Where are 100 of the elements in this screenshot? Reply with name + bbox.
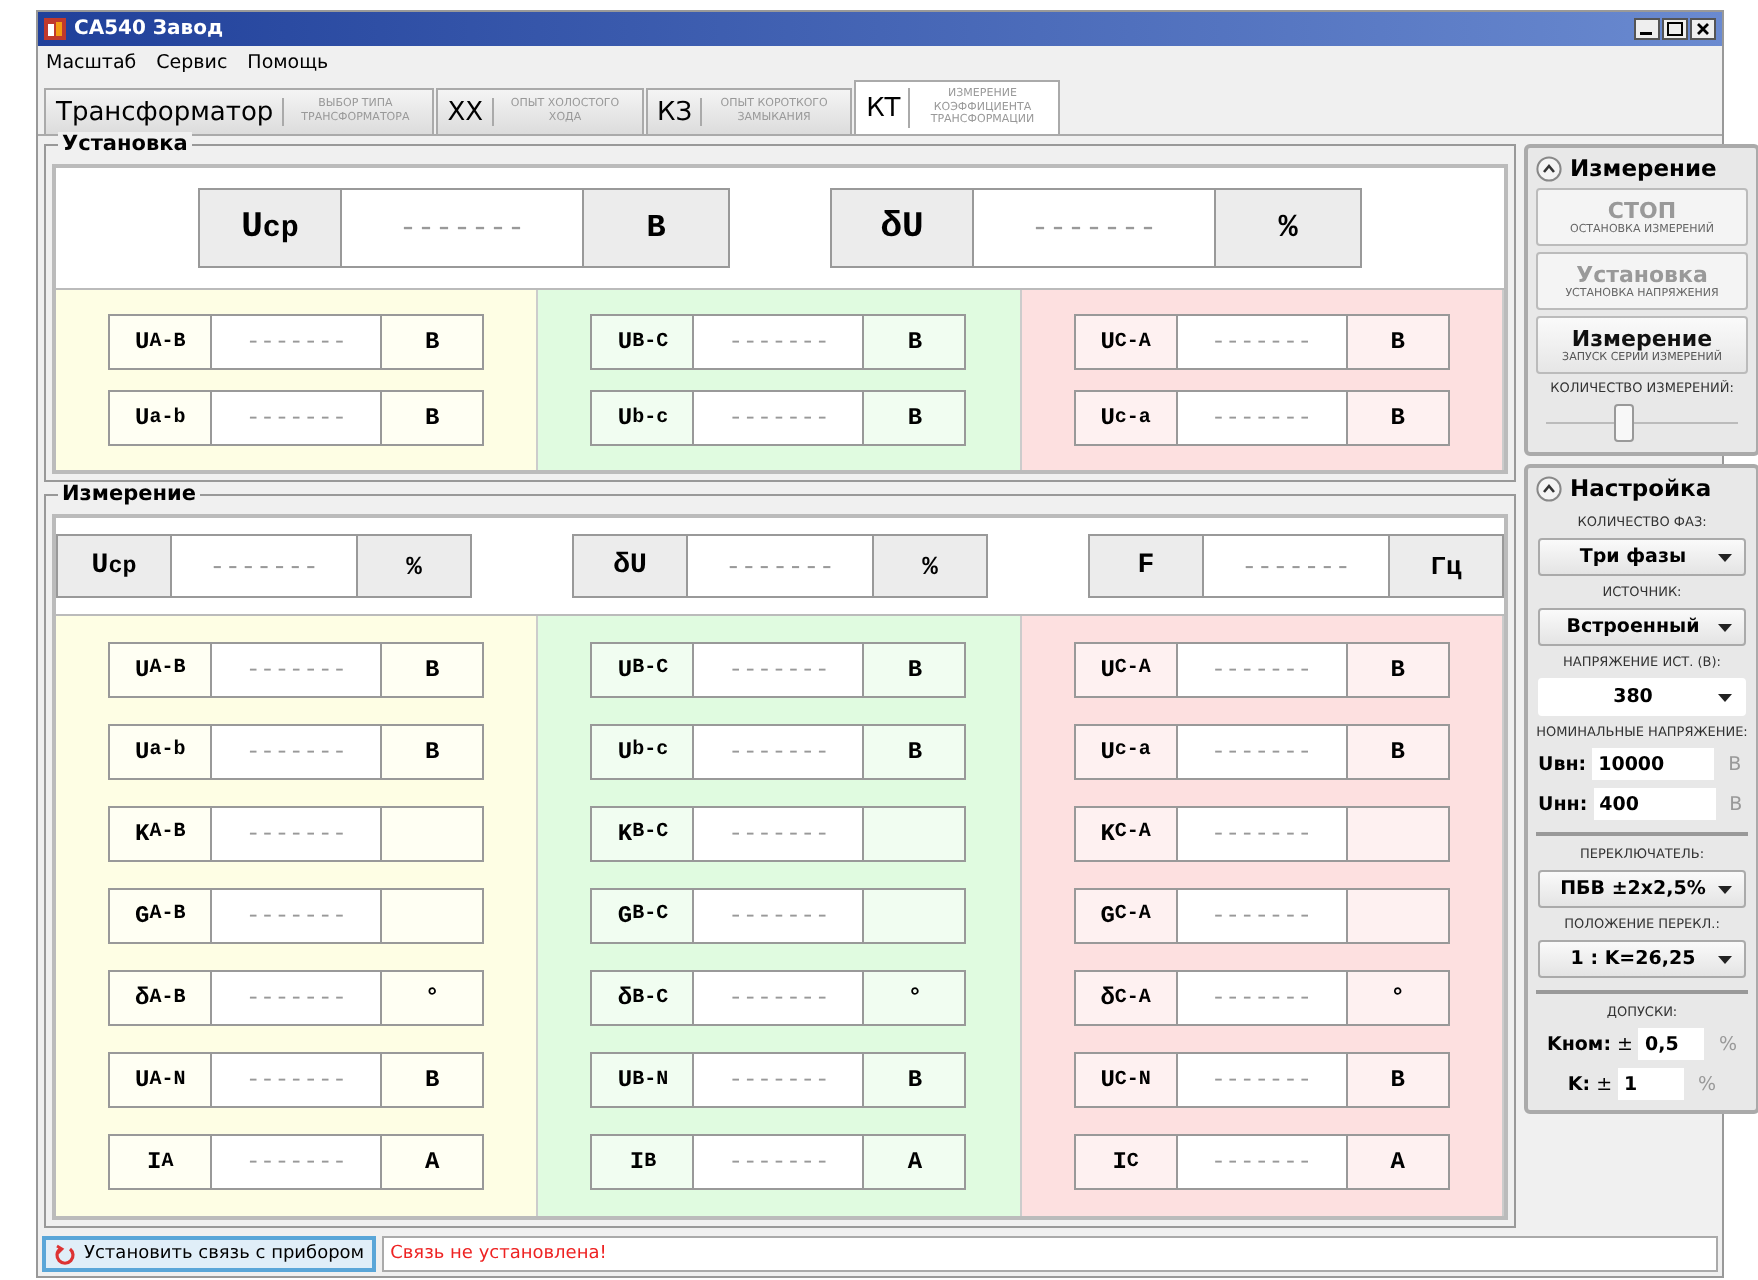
value-display: ------- — [694, 392, 865, 444]
value-display: ------- — [1177, 972, 1348, 1025]
dropdown-arrow-icon[interactable] — [1718, 693, 1732, 701]
value-display: ------- — [212, 1136, 383, 1189]
quantity-label: δU — [574, 536, 688, 596]
menu-item[interactable]: Масштаб — [46, 52, 137, 74]
dropdown-arrow-icon[interactable] — [1718, 885, 1732, 893]
value-display: ------- — [694, 643, 865, 696]
value-display: ------- — [694, 1054, 865, 1107]
quantity-label: F — [1090, 536, 1204, 596]
value-display: ------- — [1177, 1136, 1348, 1189]
dropdown[interactable]: Три фазы — [1538, 538, 1746, 576]
unit-box — [864, 889, 965, 942]
value-display: ------- — [212, 1054, 383, 1107]
unit-box — [864, 807, 965, 860]
value-display: ------- — [1177, 1054, 1348, 1107]
value-display: ------- — [212, 972, 383, 1025]
unit-label: А — [382, 1136, 483, 1189]
unit-label: В — [1347, 725, 1448, 778]
unit-label: % — [1718, 1033, 1738, 1055]
slider-thumb[interactable] — [1614, 404, 1635, 442]
unit-label: В — [382, 725, 483, 778]
status-message: Связь не установлена! — [382, 1236, 1718, 1272]
group-title: Установка — [58, 132, 192, 156]
value-display: ------- — [694, 1136, 865, 1189]
value-display: ------- — [212, 643, 383, 696]
unit-label: А — [864, 1136, 965, 1189]
menu-item[interactable]: Сервис — [156, 52, 228, 74]
refresh-icon — [54, 1243, 76, 1265]
value-display: ------- — [694, 972, 865, 1025]
unit-box — [382, 889, 483, 942]
dropdown-arrow-icon[interactable] — [1718, 955, 1732, 963]
value-display: ------- — [1177, 725, 1348, 778]
unit-label: В — [382, 316, 483, 368]
field-label: Uнн: — [1538, 793, 1588, 815]
unit-label: В — [1728, 753, 1742, 775]
unit-label: В — [1729, 793, 1743, 815]
value-display: ------- — [1177, 889, 1348, 942]
combo-box[interactable]: 380 — [1538, 678, 1746, 716]
value-display: ------- — [694, 725, 865, 778]
unit-label: В — [1347, 1054, 1448, 1107]
field-label: Kном: — [1546, 1033, 1612, 1055]
unit-label: ° — [382, 972, 483, 1025]
value-display: ------- — [1177, 807, 1348, 860]
unit-label: В — [864, 1054, 965, 1107]
value-display: ------- — [1177, 392, 1348, 444]
collapse-icon[interactable] — [1536, 475, 1562, 501]
section-title: Настройка — [1570, 474, 1712, 502]
unit-label: В — [1347, 316, 1448, 368]
value-display: ------- — [694, 807, 865, 860]
count-slider[interactable] — [1546, 402, 1738, 442]
input-field[interactable]: 1 — [1618, 1068, 1685, 1100]
minimize-icon[interactable] — [1634, 18, 1660, 40]
value-display: ------- — [1177, 643, 1348, 696]
value-display: ------- — [694, 316, 865, 368]
unit-label: % — [874, 536, 986, 596]
unit-label: В — [864, 392, 965, 444]
maximize-icon[interactable] — [1662, 18, 1688, 40]
dropdown[interactable]: 1 : K=26,25 — [1538, 940, 1746, 978]
unit-label: % — [1216, 190, 1360, 266]
collapse-icon[interactable] — [1536, 155, 1562, 181]
field-label: K: — [1567, 1073, 1591, 1095]
app-icon — [44, 18, 66, 40]
value-display: ------- — [212, 889, 383, 942]
value-display: ------- — [212, 807, 383, 860]
menu-item[interactable]: Помощь — [247, 52, 329, 74]
unit-label: В — [1347, 643, 1448, 696]
close-icon[interactable] — [1690, 18, 1716, 40]
value-display: ------- — [694, 889, 865, 942]
unit-label: В — [864, 643, 965, 696]
unit-label: % — [358, 536, 470, 596]
dropdown-arrow-icon[interactable] — [1718, 553, 1732, 561]
input-field[interactable]: 400 — [1593, 788, 1716, 820]
unit-label: ° — [1347, 972, 1448, 1025]
connect-button[interactable]: Установить связь с прибором — [42, 1236, 377, 1272]
unit-label: В — [864, 316, 965, 368]
value-display: ------- — [212, 725, 383, 778]
unit-label: В — [584, 190, 728, 266]
unit-label: В — [382, 1054, 483, 1107]
window-title: СА540 Завод — [74, 18, 224, 40]
unit-label: В — [864, 725, 965, 778]
unit-label: В — [382, 643, 483, 696]
quantity-label: δU — [832, 190, 974, 266]
value-display: ------- — [212, 392, 383, 444]
dropdown[interactable]: ПБВ ±2x2,5% — [1538, 870, 1746, 908]
dropdown-arrow-icon[interactable] — [1718, 623, 1732, 631]
group-title: Измерение — [58, 482, 200, 506]
dropdown[interactable]: Встроенный — [1538, 608, 1746, 646]
plus-minus-sign: ± — [1617, 1033, 1633, 1055]
unit-box — [382, 807, 483, 860]
plus-minus-sign: ± — [1596, 1073, 1613, 1095]
field-label: Uвн: — [1538, 753, 1587, 775]
input-field[interactable]: 0,5 — [1638, 1028, 1705, 1060]
input-field[interactable]: 10000 — [1592, 748, 1715, 780]
unit-box — [1347, 889, 1448, 942]
value-display: ------- — [1177, 316, 1348, 368]
unit-label: ° — [864, 972, 965, 1025]
unit-label: А — [1347, 1136, 1448, 1189]
unit-label: % — [1698, 1073, 1717, 1095]
unit-label: В — [1347, 392, 1448, 444]
